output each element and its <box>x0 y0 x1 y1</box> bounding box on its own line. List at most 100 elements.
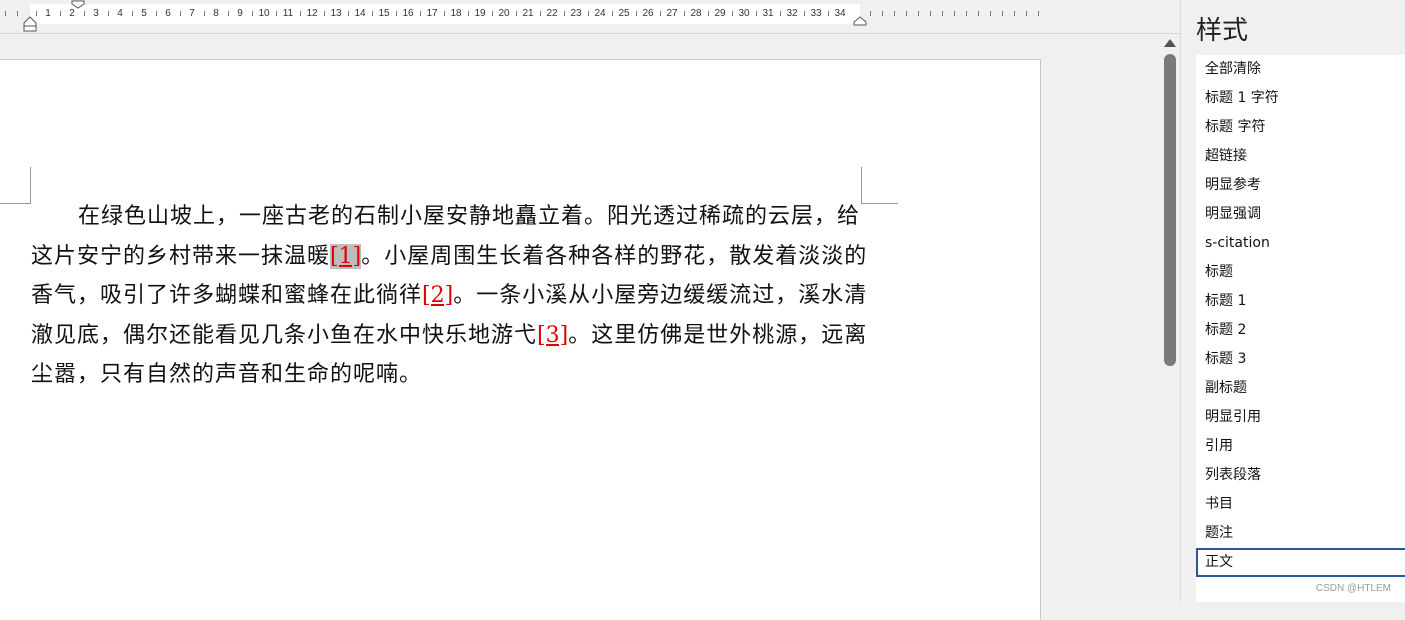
ruler-number-28: 28 <box>690 8 702 19</box>
ruler-tick <box>684 11 685 16</box>
ruler-tick <box>17 11 18 16</box>
style-item-normal[interactable]: 正文 <box>1196 548 1405 577</box>
ruler-tick <box>540 11 541 16</box>
style-item-intense-emphasis[interactable]: 明显强调 <box>1196 200 1405 229</box>
style-item-s-citation[interactable]: s-citation <box>1196 229 1405 258</box>
crop-mark-top-left <box>0 167 31 204</box>
style-item-title[interactable]: 标题 <box>1196 258 1405 287</box>
style-item-heading-2[interactable]: 标题 2 <box>1196 316 1405 345</box>
ruler-number-5: 5 <box>141 8 147 19</box>
ruler-tick <box>732 11 733 16</box>
ruler-tick <box>930 11 931 16</box>
style-item-quote[interactable]: 引用 <box>1196 432 1405 461</box>
ruler-number-21: 21 <box>522 8 534 19</box>
style-item-intense-reference[interactable]: 明显参考 <box>1196 171 1405 200</box>
ruler-tick <box>228 11 229 16</box>
vertical-scrollbar[interactable] <box>1160 34 1180 602</box>
ruler-tick <box>516 11 517 16</box>
left-indent-marker[interactable] <box>23 16 37 32</box>
style-item-heading-1[interactable]: 标题 1 <box>1196 287 1405 316</box>
ruler-tick <box>348 11 349 16</box>
ruler-tick <box>5 11 6 16</box>
right-indent-marker[interactable] <box>853 16 867 26</box>
ruler-tick <box>564 11 565 16</box>
ruler-number-7: 7 <box>189 8 195 19</box>
ruler-number-22: 22 <box>546 8 558 19</box>
ruler-number-14: 14 <box>354 8 366 19</box>
style-item-heading-3[interactable]: 标题 3 <box>1196 345 1405 374</box>
style-item-title-char[interactable]: 标题 字符 <box>1196 113 1405 142</box>
style-item-bibliography[interactable]: 书目 <box>1196 490 1405 519</box>
first-line-indent-marker[interactable] <box>71 0 85 9</box>
document-page[interactable]: 在绿色山坡上，一座古老的石制小屋安静地矗立着。阳光透过稀疏的云层，给这片安宁的乡… <box>0 59 1041 620</box>
ruler-tick <box>942 11 943 16</box>
ruler-tick <box>468 11 469 16</box>
ruler-number-13: 13 <box>330 8 342 19</box>
style-item-subtitle[interactable]: 副标题 <box>1196 374 1405 403</box>
ruler-tick <box>882 11 883 16</box>
ruler-tick <box>708 11 709 16</box>
style-item-clear-all[interactable]: 全部清除 <box>1196 55 1405 84</box>
ruler-number-31: 31 <box>762 8 774 19</box>
ruler-number-15: 15 <box>378 8 390 19</box>
ruler-number-8: 8 <box>213 8 219 19</box>
ruler-number-25: 25 <box>618 8 630 19</box>
ruler-tick <box>954 11 955 16</box>
ruler-tick <box>372 11 373 16</box>
scroll-up-arrow-icon[interactable] <box>1164 39 1176 47</box>
ruler-tick <box>804 11 805 16</box>
ruler-tick <box>60 11 61 16</box>
ruler-number-17: 17 <box>426 8 438 19</box>
ruler-number-32: 32 <box>786 8 798 19</box>
ruler-tick <box>780 11 781 16</box>
ruler-tick <box>918 11 919 16</box>
ruler-tick <box>420 11 421 16</box>
citation-3[interactable]: [3] <box>537 323 568 348</box>
ruler-number-11: 11 <box>282 8 294 19</box>
ruler-tick <box>300 11 301 16</box>
ruler-tick <box>1038 11 1039 16</box>
style-item-heading-1-char[interactable]: 标题 1 字符 <box>1196 84 1405 113</box>
ruler-tick <box>444 11 445 16</box>
ruler-text-area <box>30 4 860 24</box>
ruler-number-23: 23 <box>570 8 582 19</box>
ruler-number-26: 26 <box>642 8 654 19</box>
ruler-tick <box>990 11 991 16</box>
ruler-tick <box>612 11 613 16</box>
ruler-number-20: 20 <box>498 8 510 19</box>
style-item-hyperlink[interactable]: 超链接 <box>1196 142 1405 171</box>
ruler-tick <box>906 11 907 16</box>
citation-1[interactable]: [1] <box>330 243 362 269</box>
document-area[interactable]: 在绿色山坡上，一座古老的石制小屋安静地矗立着。阳光透过稀疏的云层，给这片安宁的乡… <box>0 34 1160 620</box>
body-paragraph[interactable]: 在绿色山坡上，一座古老的石制小屋安静地矗立着。阳光透过稀疏的云层，给这片安宁的乡… <box>31 197 871 395</box>
ruler-number-27: 27 <box>666 8 678 19</box>
ruler-number-18: 18 <box>450 8 462 19</box>
ruler-tick <box>108 11 109 16</box>
style-item-intense-quote[interactable]: 明显引用 <box>1196 403 1405 432</box>
ruler-tick <box>978 11 979 16</box>
ruler-tick <box>894 11 895 16</box>
citation-2[interactable]: [2] <box>422 283 453 308</box>
ruler-number-1: 1 <box>45 8 51 19</box>
ruler-number-34: 34 <box>834 8 846 19</box>
ruler-tick <box>324 11 325 16</box>
ruler-tick <box>1014 11 1015 16</box>
ruler-number-10: 10 <box>258 8 270 19</box>
style-item-caption[interactable]: 题注 <box>1196 519 1405 548</box>
ruler-tick <box>204 11 205 16</box>
styles-pane: 样式 全部清除 标题 1 字符 标题 字符 超链接 明显参考 明显强调 s-ci… <box>1180 0 1405 602</box>
style-list[interactable]: 全部清除 标题 1 字符 标题 字符 超链接 明显参考 明显强调 s-citat… <box>1196 55 1405 602</box>
horizontal-ruler[interactable]: 1 2 3 4 5 6 7 8 9 10 11 12 13 14 15 16 17 18 19 20 21 22 23 24 2… <box>0 0 1180 34</box>
ruler-tick <box>966 11 967 16</box>
ruler-tick <box>276 11 277 16</box>
ruler-tick <box>156 11 157 16</box>
scrollbar-thumb[interactable] <box>1164 54 1176 366</box>
ruler-tick <box>132 11 133 16</box>
ruler-number-24: 24 <box>594 8 606 19</box>
style-item-list-paragraph[interactable]: 列表段落 <box>1196 461 1405 490</box>
ruler-tick <box>180 11 181 16</box>
ruler-tick <box>660 11 661 16</box>
styles-pane-title: 样式 <box>1196 16 1249 46</box>
ruler-tick <box>588 11 589 16</box>
ruler-number-16: 16 <box>402 8 414 19</box>
